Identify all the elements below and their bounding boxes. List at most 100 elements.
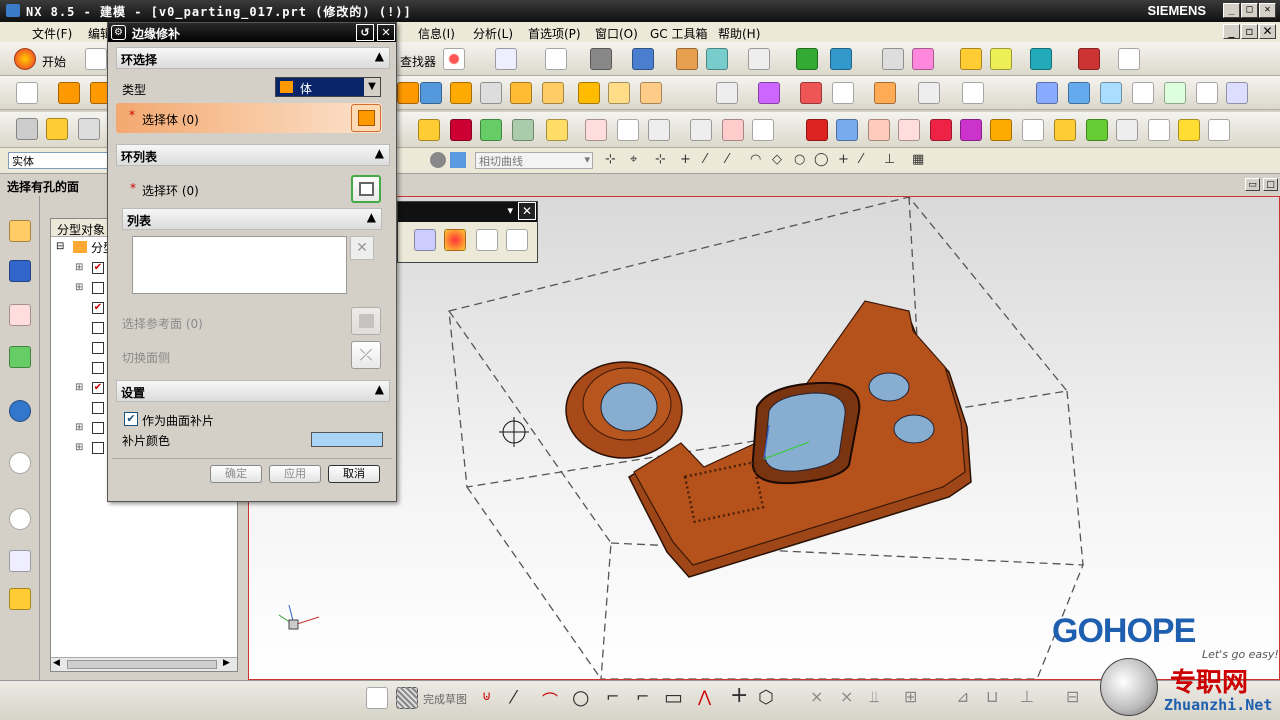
tree-checkbox[interactable] — [92, 322, 104, 334]
snap-line-icon[interactable]: ⁄ — [704, 152, 706, 167]
menu-help[interactable]: 帮助(H) — [718, 25, 760, 42]
circle-icon[interactable]: ○ — [572, 685, 589, 709]
snap-slash-icon[interactable]: ⁄ — [860, 152, 862, 167]
constraint-sketch-icon[interactable]: ⊥ — [1020, 687, 1034, 706]
select-ref-face-button[interactable] — [351, 307, 381, 335]
check-icon[interactable] — [1086, 119, 1108, 141]
plus-face-icon[interactable] — [868, 119, 890, 141]
constraint-icon[interactable] — [78, 118, 100, 140]
sketch-task-icon[interactable] — [366, 687, 388, 709]
start-icon[interactable] — [14, 48, 36, 70]
cube-filter-icon[interactable] — [450, 152, 466, 168]
section-settings[interactable]: 设置 ▲ — [116, 380, 390, 402]
snap-endpoint-icon[interactable]: ⊹ — [605, 152, 616, 167]
trim-icon[interactable] — [832, 82, 854, 104]
find-label[interactable]: 查找器 — [400, 53, 436, 70]
chamfer-icon[interactable] — [640, 82, 662, 104]
arc-icon[interactable]: ⌒ — [542, 687, 558, 711]
cube-yellow-icon[interactable] — [1178, 119, 1200, 141]
floating-toolbar-header[interactable]: ▾ ✕ — [398, 202, 537, 222]
mirror-icon[interactable] — [546, 119, 568, 141]
as-patch-checkbox[interactable]: ✔ — [124, 412, 138, 426]
pad-icon[interactable] — [578, 82, 600, 104]
tree-checkbox[interactable] — [92, 342, 104, 354]
patch-icon[interactable] — [800, 82, 822, 104]
tree-expand-icon[interactable]: ⊞ — [75, 422, 83, 433]
offset-curve-icon[interactable]: ⊞ — [904, 687, 917, 706]
tree-checkbox[interactable]: ✔ — [92, 302, 104, 314]
line-icon[interactable]: ⁄ — [512, 687, 515, 708]
collapse-icon[interactable]: ▲ — [367, 210, 376, 224]
tree-expand-icon[interactable]: ⊞ — [75, 282, 83, 293]
offset-icon[interactable] — [1132, 82, 1154, 104]
finish-sketch-icon[interactable] — [396, 687, 418, 709]
doc-icon[interactable] — [752, 119, 774, 141]
corner-icon[interactable]: ⫫ — [870, 687, 879, 707]
tree-checkbox[interactable]: ✔ — [92, 262, 104, 274]
web-browser-icon[interactable] — [9, 400, 31, 422]
polyline-icon[interactable]: ⋀ — [698, 687, 711, 706]
fillet-icon[interactable]: ⌐ — [606, 687, 619, 706]
scroll-right-icon[interactable]: ▶ — [223, 658, 230, 668]
role-icon[interactable] — [9, 588, 31, 610]
layer-icon[interactable] — [676, 48, 698, 70]
minimize-button[interactable]: _ — [1223, 3, 1240, 18]
hole-icon[interactable] — [585, 119, 607, 141]
patch-color-swatch[interactable] — [311, 432, 383, 447]
surface-icon[interactable] — [1036, 82, 1058, 104]
section-list[interactable]: 列表 ▲ — [122, 208, 382, 230]
type-select[interactable]: 体 ▼ — [275, 77, 381, 97]
snap-grid2-icon[interactable]: ▦ — [912, 152, 924, 167]
ribbon-icon[interactable] — [990, 119, 1012, 141]
orient-icon[interactable] — [706, 48, 728, 70]
menu-file[interactable]: 文件(F) — [32, 25, 72, 42]
constraint-nav-icon[interactable] — [9, 260, 31, 282]
split-icon[interactable] — [874, 82, 896, 104]
pocket-icon[interactable] — [542, 82, 564, 104]
reset-icon[interactable]: ↺ — [356, 24, 374, 41]
select-loop-button[interactable] — [351, 175, 381, 203]
box-blue-icon[interactable] — [836, 119, 858, 141]
snap-grid-icon[interactable]: ⊹ — [655, 152, 666, 167]
snap-cross-icon[interactable]: + — [838, 152, 849, 167]
finish-sketch-label[interactable]: 完成草图 — [423, 691, 467, 707]
table-icon[interactable] — [882, 48, 904, 70]
dialog-title-bar[interactable]: ⚙ 边缘修补 ↺ ✕ — [108, 23, 396, 42]
doc-close-button[interactable]: ✕ — [1259, 24, 1276, 39]
copy-doc-icon[interactable] — [476, 229, 498, 251]
menu-analysis[interactable]: 分析(L) — [473, 25, 513, 42]
block-icon[interactable] — [397, 82, 419, 104]
tree-checkbox[interactable] — [92, 282, 104, 294]
polygon-icon[interactable]: ⬡ — [758, 687, 774, 708]
new-file-icon[interactable] — [85, 48, 107, 70]
snap-arc-icon[interactable]: ◠ — [750, 152, 761, 167]
sheet-icon[interactable] — [960, 119, 982, 141]
info-icon[interactable] — [495, 48, 517, 70]
menu-gc-toolbox[interactable]: GC 工具箱 — [650, 25, 708, 42]
sphere-icon[interactable] — [480, 82, 502, 104]
tree-expand-icon[interactable]: ⊞ — [75, 262, 83, 273]
extension-icon[interactable] — [1164, 82, 1186, 104]
layers-yellow-icon[interactable] — [1054, 119, 1076, 141]
gear-icon[interactable]: ⚙ — [111, 25, 126, 40]
boss-icon[interactable] — [510, 82, 532, 104]
doc-restore-button[interactable]: ▫ — [1241, 24, 1258, 39]
menu-info[interactable]: 信息(I) — [418, 25, 455, 42]
apply-button[interactable]: 应用 — [269, 465, 321, 483]
tree-checkbox[interactable] — [92, 402, 104, 414]
curve-rule-select[interactable]: 相切曲线 ▾ — [475, 152, 593, 169]
extend-sketch-icon[interactable]: ⨯ — [840, 687, 853, 706]
cancel-button[interactable]: 取消 — [328, 465, 380, 483]
snap-circle-icon[interactable]: ◯ — [814, 152, 829, 167]
snap-midpoint-icon[interactable]: ⌖ — [630, 152, 637, 167]
thicken-icon[interactable] — [480, 119, 502, 141]
section-loop-select[interactable]: 环选择 ▲ — [116, 47, 390, 69]
snap-quadrant-icon[interactable]: ◇ — [772, 152, 782, 167]
snap-icon[interactable] — [960, 48, 982, 70]
select-body-button[interactable] — [351, 104, 381, 132]
cylinder-icon[interactable] — [420, 82, 442, 104]
gem-icon[interactable] — [930, 119, 952, 141]
snap-point-icon[interactable] — [430, 152, 446, 168]
remove-button[interactable]: ✕ — [350, 236, 374, 260]
fit-view-icon[interactable] — [545, 48, 567, 70]
